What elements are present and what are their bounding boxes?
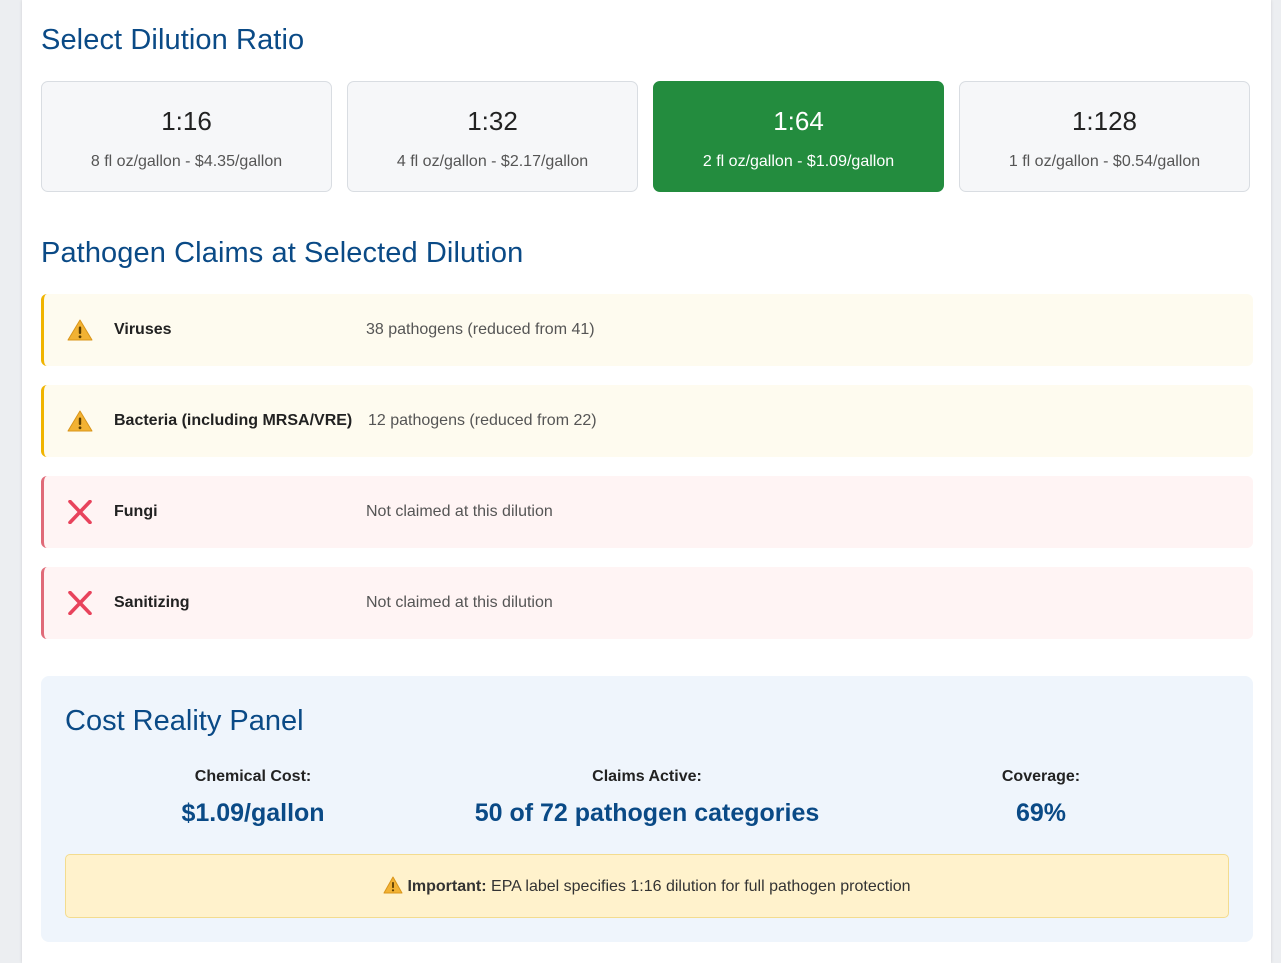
metric-value: $1.09/gallon bbox=[181, 799, 325, 827]
claim-category: Sanitizing bbox=[114, 594, 190, 611]
metric-value: 50 of 72 pathogen categories bbox=[474, 799, 820, 827]
dilution-detail-label: 4 fl oz/gallon - $2.17/gallon bbox=[396, 153, 589, 170]
warning-icon bbox=[383, 876, 403, 894]
dilution-ratio-label: 1:128 bbox=[1071, 106, 1138, 136]
page: Select Dilution Ratio 1:16 8 fl oz/gallo… bbox=[22, 0, 1271, 963]
metric-chemical-cost: Chemical Cost: $1.09/gallon bbox=[103, 768, 403, 828]
dilution-detail-label: 8 fl oz/gallon - $4.35/gallon bbox=[90, 153, 283, 170]
dilution-ratio-label: 1:16 bbox=[161, 106, 212, 136]
dilution-detail-label: 2 fl oz/gallon - $1.09/gallon bbox=[702, 153, 895, 170]
claims-section-title: Pathogen Claims at Selected Dilution bbox=[41, 237, 524, 269]
claim-row-fungi: Fungi Not claimed at this dilution bbox=[41, 476, 1253, 548]
claim-status: Not claimed at this dilution bbox=[366, 503, 553, 520]
important-notice: Important: EPA label specifies 1:16 dilu… bbox=[65, 854, 1229, 918]
claim-category: Fungi bbox=[114, 503, 158, 520]
dilution-ratio-label: 1:64 bbox=[773, 106, 824, 136]
notice-strong: Important: bbox=[407, 878, 487, 895]
notice-text: EPA label specifies 1:16 dilution for fu… bbox=[491, 878, 911, 895]
metric-label: Coverage: bbox=[1001, 768, 1081, 785]
claim-row-viruses: Viruses 38 pathogens (reduced from 41) bbox=[41, 294, 1253, 366]
metric-coverage: Coverage: 69% bbox=[941, 768, 1141, 828]
dilution-option-1-64[interactable]: 1:64 2 fl oz/gallon - $1.09/gallon bbox=[653, 81, 944, 192]
dilution-option-1-16[interactable]: 1:16 8 fl oz/gallon - $4.35/gallon bbox=[41, 81, 332, 192]
dilution-section-title: Select Dilution Ratio bbox=[41, 24, 305, 56]
dilution-option-1-32[interactable]: 1:32 4 fl oz/gallon - $2.17/gallon bbox=[347, 81, 638, 192]
dilution-option-1-128[interactable]: 1:128 1 fl oz/gallon - $0.54/gallon bbox=[959, 81, 1250, 192]
claim-row-bacteria: Bacteria (including MRSA/VRE) 12 pathoge… bbox=[41, 385, 1253, 457]
claim-status: 12 pathogens (reduced from 22) bbox=[368, 412, 597, 429]
dilution-detail-label: 1 fl oz/gallon - $0.54/gallon bbox=[1008, 153, 1201, 170]
cross-icon bbox=[68, 500, 92, 524]
metric-claims-active: Claims Active: 50 of 72 pathogen categor… bbox=[447, 768, 847, 828]
claim-category: Viruses bbox=[114, 321, 172, 338]
warning-icon bbox=[67, 319, 93, 341]
warning-icon bbox=[67, 410, 93, 432]
cross-icon bbox=[68, 591, 92, 615]
metric-value: 69% bbox=[1015, 799, 1067, 827]
claim-status: 38 pathogens (reduced from 41) bbox=[366, 321, 595, 338]
claim-category: Bacteria (including MRSA/VRE) bbox=[114, 412, 353, 429]
dilution-ratio-label: 1:32 bbox=[467, 106, 518, 136]
claim-row-sanitizing: Sanitizing Not claimed at this dilution bbox=[41, 567, 1253, 639]
cost-panel-title: Cost Reality Panel bbox=[65, 705, 304, 737]
metric-label: Chemical Cost: bbox=[194, 768, 312, 785]
cost-reality-panel: Cost Reality Panel Chemical Cost: $1.09/… bbox=[41, 676, 1253, 942]
claim-status: Not claimed at this dilution bbox=[366, 594, 553, 611]
metric-label: Claims Active: bbox=[592, 768, 702, 785]
